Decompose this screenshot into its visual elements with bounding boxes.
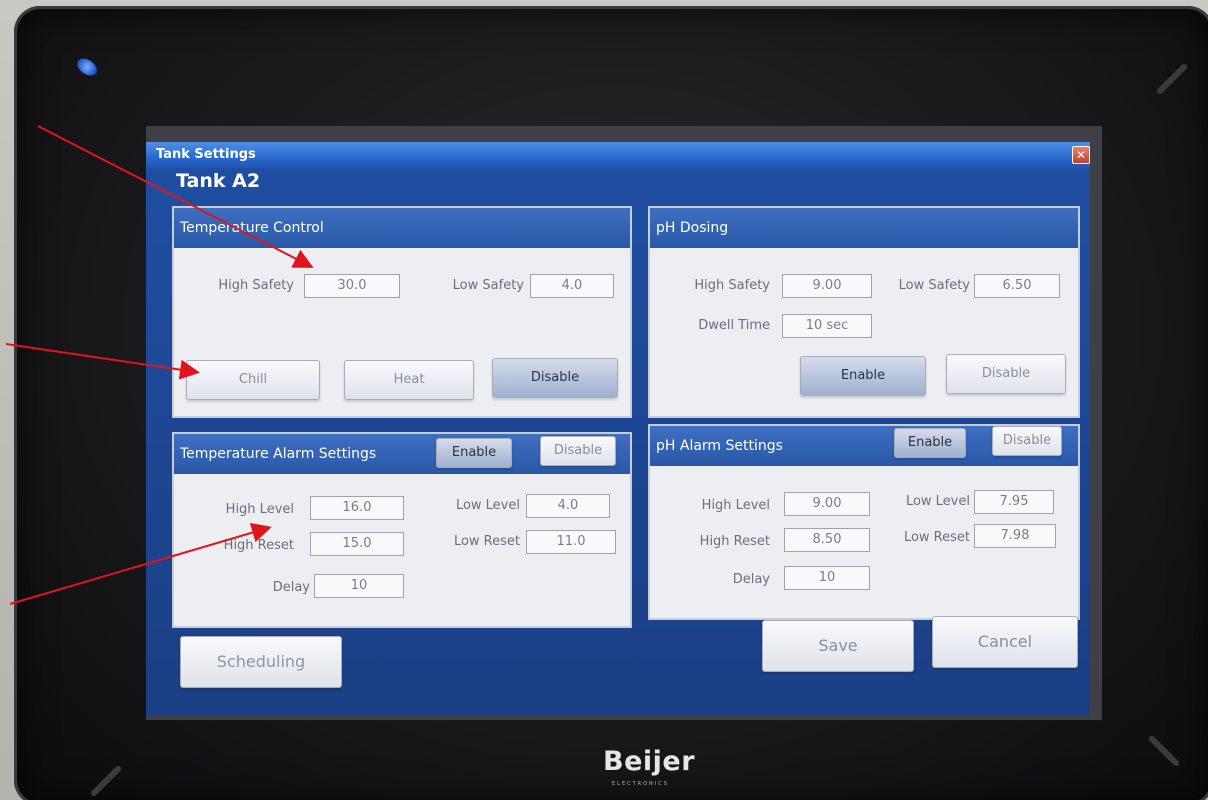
heat-button[interactable]: Heat (344, 360, 474, 400)
ph-delay-label: Delay (732, 572, 770, 587)
status-led (73, 54, 101, 80)
temperature-alarm-panel: Temperature Alarm Settings Enable Disabl… (172, 432, 632, 628)
brand-logo: Beijer (603, 746, 696, 777)
ph-dosing-heading: pH Dosing (650, 208, 1078, 248)
ph-low-level-field[interactable]: 7.95 (974, 490, 1054, 514)
dwell-time-field[interactable]: 10 sec (782, 314, 872, 338)
bezel-corner-mark (89, 764, 123, 798)
ph-low-reset-label: Low Reset (903, 530, 970, 545)
ph-high-safety-label: High Safety (694, 278, 770, 293)
ph-low-safety-field[interactable]: 6.50 (974, 274, 1060, 298)
temp-high-safety-field[interactable]: 30.0 (304, 274, 400, 298)
dwell-time-label: Dwell Time (698, 318, 770, 333)
temp-high-level-field[interactable]: 16.0 (310, 496, 404, 520)
temp-alarm-disable-button[interactable]: Disable (540, 436, 616, 466)
temperature-control-heading: Temperature Control (174, 208, 630, 248)
window-title: Tank Settings (146, 142, 1090, 168)
ph-high-reset-field[interactable]: 8.50 (784, 528, 870, 552)
scheduling-button[interactable]: Scheduling (180, 636, 342, 688)
ph-high-safety-field[interactable]: 9.00 (782, 274, 872, 298)
ph-high-level-field[interactable]: 9.00 (784, 492, 870, 516)
ph-dosing-panel: pH Dosing High Safety 9.00 Low Safety 6.… (648, 206, 1080, 418)
low-level-label: Low Level (455, 498, 520, 513)
ph-dosing-enable-button[interactable]: Enable (800, 356, 926, 396)
temperature-control-panel: Temperature Control High Safety 30.0 Low… (172, 206, 632, 418)
temp-low-level-field[interactable]: 4.0 (526, 494, 610, 518)
ph-delay-field[interactable]: 10 (784, 566, 870, 590)
cancel-button[interactable]: Cancel (932, 616, 1078, 668)
temp-low-reset-field[interactable]: 11.0 (526, 530, 616, 554)
close-button[interactable]: ✕ (1072, 146, 1090, 164)
delay-label: Delay (272, 580, 310, 595)
high-level-label: High Level (225, 502, 294, 517)
ph-alarm-disable-button[interactable]: Disable (992, 426, 1062, 456)
tank-settings-window: Tank Settings ✕ Tank A2 Temperature Cont… (146, 142, 1090, 716)
ph-low-level-label: Low Level (905, 494, 970, 509)
ph-alarm-enable-button[interactable]: Enable (894, 428, 966, 458)
hmi-screen: Tank Settings ✕ Tank A2 Temperature Cont… (146, 126, 1102, 720)
high-safety-label: High Safety (218, 278, 294, 293)
temp-alarm-enable-button[interactable]: Enable (436, 438, 512, 468)
high-reset-label: High Reset (223, 538, 294, 553)
bezel-corner-mark (1147, 734, 1181, 768)
ph-low-safety-label: Low Safety (898, 278, 970, 293)
temp-disable-button[interactable]: Disable (492, 358, 618, 398)
ph-dosing-disable-button[interactable]: Disable (946, 354, 1066, 394)
temp-delay-field[interactable]: 10 (314, 574, 404, 598)
ph-high-level-label: High Level (701, 498, 770, 513)
ph-low-reset-field[interactable]: 7.98 (974, 524, 1056, 548)
temp-high-reset-field[interactable]: 15.0 (310, 532, 404, 556)
temp-low-safety-field[interactable]: 4.0 (530, 274, 614, 298)
ph-alarm-panel: pH Alarm Settings Enable Disable High Le… (648, 424, 1080, 620)
chill-button[interactable]: Chill (186, 360, 320, 400)
save-button[interactable]: Save (762, 620, 914, 672)
bezel-corner-mark (1155, 62, 1189, 96)
brand-subtitle: ELECTRONICS (612, 781, 669, 787)
low-reset-label: Low Reset (453, 534, 520, 549)
low-safety-label: Low Safety (452, 278, 524, 293)
page-title: Tank A2 (176, 170, 261, 192)
ph-high-reset-label: High Reset (699, 534, 770, 549)
